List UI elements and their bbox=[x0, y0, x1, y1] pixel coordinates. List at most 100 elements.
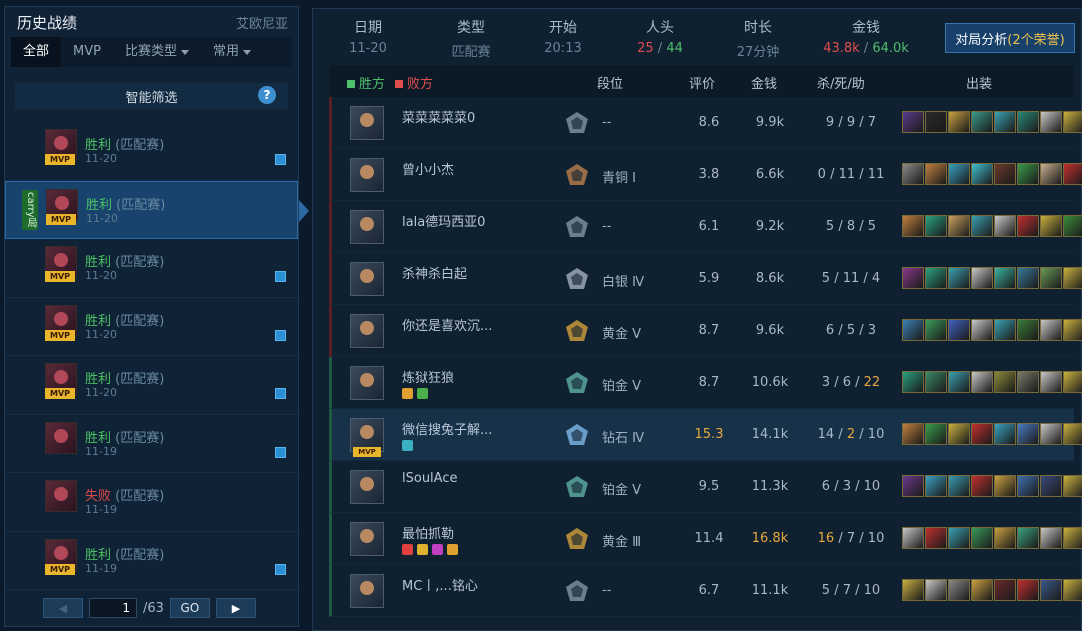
trinket-icon[interactable] bbox=[1063, 111, 1082, 133]
smart-filter-button[interactable]: 智能筛选 ? bbox=[15, 83, 288, 109]
trinket-icon[interactable] bbox=[1063, 267, 1082, 289]
item-icon[interactable] bbox=[994, 371, 1016, 393]
item-icon[interactable] bbox=[925, 111, 947, 133]
item-icon[interactable] bbox=[1040, 111, 1062, 133]
item-icon[interactable] bbox=[1017, 423, 1039, 445]
filter-tab[interactable]: 常用 bbox=[201, 37, 263, 67]
item-icon[interactable] bbox=[994, 215, 1016, 237]
bookmark-icon[interactable] bbox=[275, 563, 286, 575]
trinket-icon[interactable] bbox=[1063, 215, 1082, 237]
trinket-icon[interactable] bbox=[1063, 579, 1082, 601]
item-icon[interactable] bbox=[948, 163, 970, 185]
player-row[interactable]: lSoulAce 铂金 Ⅴ 9.5 11.3k 6 / 3 / 10 bbox=[329, 461, 1082, 513]
match-list-item[interactable]: MVP 胜利 (匹配赛) 11-20 bbox=[5, 356, 298, 415]
item-icon[interactable] bbox=[994, 527, 1016, 549]
item-icon[interactable] bbox=[971, 527, 993, 549]
player-row[interactable]: MVP 微信搜兔子解... 钻石 Ⅳ 15.3 14.1k 14 / 2 / 10 bbox=[329, 409, 1082, 461]
item-icon[interactable] bbox=[925, 579, 947, 601]
item-icon[interactable] bbox=[925, 475, 947, 497]
item-icon[interactable] bbox=[1040, 423, 1062, 445]
match-list-item[interactable]: MVP 胜利 (匹配赛) 11-19 bbox=[5, 532, 298, 590]
item-icon[interactable] bbox=[994, 423, 1016, 445]
player-name[interactable]: 菜菜菜菜菜0 bbox=[402, 107, 475, 126]
item-icon[interactable] bbox=[1040, 371, 1062, 393]
match-analysis-button[interactable]: 对局分析 (2个荣誉) bbox=[945, 23, 1075, 53]
item-icon[interactable] bbox=[1040, 527, 1062, 549]
item-icon[interactable] bbox=[1017, 163, 1039, 185]
trinket-icon[interactable] bbox=[1063, 475, 1082, 497]
item-icon[interactable] bbox=[971, 371, 993, 393]
next-page-button[interactable]: ▶ bbox=[215, 598, 256, 618]
item-icon[interactable] bbox=[948, 579, 970, 601]
player-row[interactable]: 杀神杀白起 白银 Ⅳ 5.9 8.6k 5 / 11 / 4 bbox=[329, 253, 1082, 305]
player-name[interactable]: 炼狱狂狼 bbox=[402, 367, 454, 386]
item-icon[interactable] bbox=[925, 423, 947, 445]
match-list-item[interactable]: carry局 MVP 胜利 (匹配赛) 11-20 bbox=[5, 180, 309, 239]
item-icon[interactable] bbox=[994, 267, 1016, 289]
match-list-item[interactable]: MVP 胜利 (匹配赛) 11-20 bbox=[5, 239, 298, 298]
item-icon[interactable] bbox=[925, 527, 947, 549]
item-icon[interactable] bbox=[925, 163, 947, 185]
item-icon[interactable] bbox=[971, 475, 993, 497]
item-icon[interactable] bbox=[925, 319, 947, 341]
help-icon[interactable]: ? bbox=[258, 86, 276, 104]
filter-tab[interactable]: 比赛类型 bbox=[113, 37, 201, 67]
item-icon[interactable] bbox=[971, 579, 993, 601]
item-icon[interactable] bbox=[948, 527, 970, 549]
item-icon[interactable] bbox=[1017, 111, 1039, 133]
item-icon[interactable] bbox=[994, 319, 1016, 341]
player-row[interactable]: 菜菜菜菜菜0 -- 8.6 9.9k 9 / 9 / 7 bbox=[329, 97, 1082, 149]
player-row[interactable]: 最怕抓勒 黄金 Ⅲ 11.4 16.8k 16 / 7 / 10 bbox=[329, 513, 1082, 565]
player-row[interactable]: 炼狱狂狼 铂金 Ⅴ 8.7 10.6k 3 / 6 / 22 bbox=[329, 357, 1082, 409]
match-list-item[interactable]: MVP 胜利 (匹配赛) 11-20 bbox=[5, 298, 298, 356]
item-icon[interactable] bbox=[971, 215, 993, 237]
item-icon[interactable] bbox=[925, 215, 947, 237]
item-icon[interactable] bbox=[1040, 475, 1062, 497]
prev-page-button[interactable]: ◀ bbox=[43, 598, 83, 618]
go-button[interactable]: GO bbox=[169, 598, 210, 618]
item-icon[interactable] bbox=[1040, 267, 1062, 289]
trinket-icon[interactable] bbox=[1063, 423, 1082, 445]
item-icon[interactable] bbox=[971, 319, 993, 341]
item-icon[interactable] bbox=[971, 111, 993, 133]
item-icon[interactable] bbox=[994, 475, 1016, 497]
item-icon[interactable] bbox=[971, 267, 993, 289]
item-icon[interactable] bbox=[1040, 163, 1062, 185]
item-icon[interactable] bbox=[925, 267, 947, 289]
match-list-item[interactable]: 胜利 (匹配赛) 11-19 bbox=[5, 415, 298, 473]
player-name[interactable]: MC丨,...铭心 bbox=[402, 575, 478, 594]
item-icon[interactable] bbox=[902, 111, 924, 133]
item-icon[interactable] bbox=[1040, 215, 1062, 237]
filter-tab[interactable]: 全部 bbox=[11, 37, 62, 67]
item-icon[interactable] bbox=[1040, 579, 1062, 601]
item-icon[interactable] bbox=[948, 423, 970, 445]
item-icon[interactable] bbox=[994, 111, 1016, 133]
item-icon[interactable] bbox=[971, 163, 993, 185]
item-icon[interactable] bbox=[902, 267, 924, 289]
filter-tab[interactable]: MVP bbox=[61, 37, 113, 67]
item-icon[interactable] bbox=[1017, 215, 1039, 237]
player-row[interactable]: 你还是喜欢沉... 黄金 Ⅴ 8.7 9.6k 6 / 5 / 3 bbox=[329, 305, 1082, 357]
bookmark-icon[interactable] bbox=[275, 388, 286, 399]
match-list-item[interactable]: MVP 胜利 (匹配赛) 11-20 bbox=[5, 122, 298, 181]
player-name[interactable]: 曾小小杰 bbox=[402, 159, 454, 178]
item-icon[interactable] bbox=[902, 423, 924, 445]
bookmark-icon[interactable] bbox=[275, 271, 286, 282]
item-icon[interactable] bbox=[1017, 527, 1039, 549]
trinket-icon[interactable] bbox=[1063, 163, 1082, 185]
item-icon[interactable] bbox=[948, 215, 970, 237]
item-icon[interactable] bbox=[1040, 319, 1062, 341]
item-icon[interactable] bbox=[948, 371, 970, 393]
item-icon[interactable] bbox=[902, 215, 924, 237]
item-icon[interactable] bbox=[948, 319, 970, 341]
trinket-icon[interactable] bbox=[1063, 319, 1082, 341]
item-icon[interactable] bbox=[1017, 475, 1039, 497]
item-icon[interactable] bbox=[902, 371, 924, 393]
item-icon[interactable] bbox=[948, 111, 970, 133]
item-icon[interactable] bbox=[994, 579, 1016, 601]
player-name[interactable]: lSoulAce bbox=[402, 471, 457, 486]
bookmark-icon[interactable] bbox=[275, 446, 286, 458]
item-icon[interactable] bbox=[971, 423, 993, 445]
player-name[interactable]: lala德玛西亚0 bbox=[402, 211, 485, 230]
item-icon[interactable] bbox=[994, 163, 1016, 185]
